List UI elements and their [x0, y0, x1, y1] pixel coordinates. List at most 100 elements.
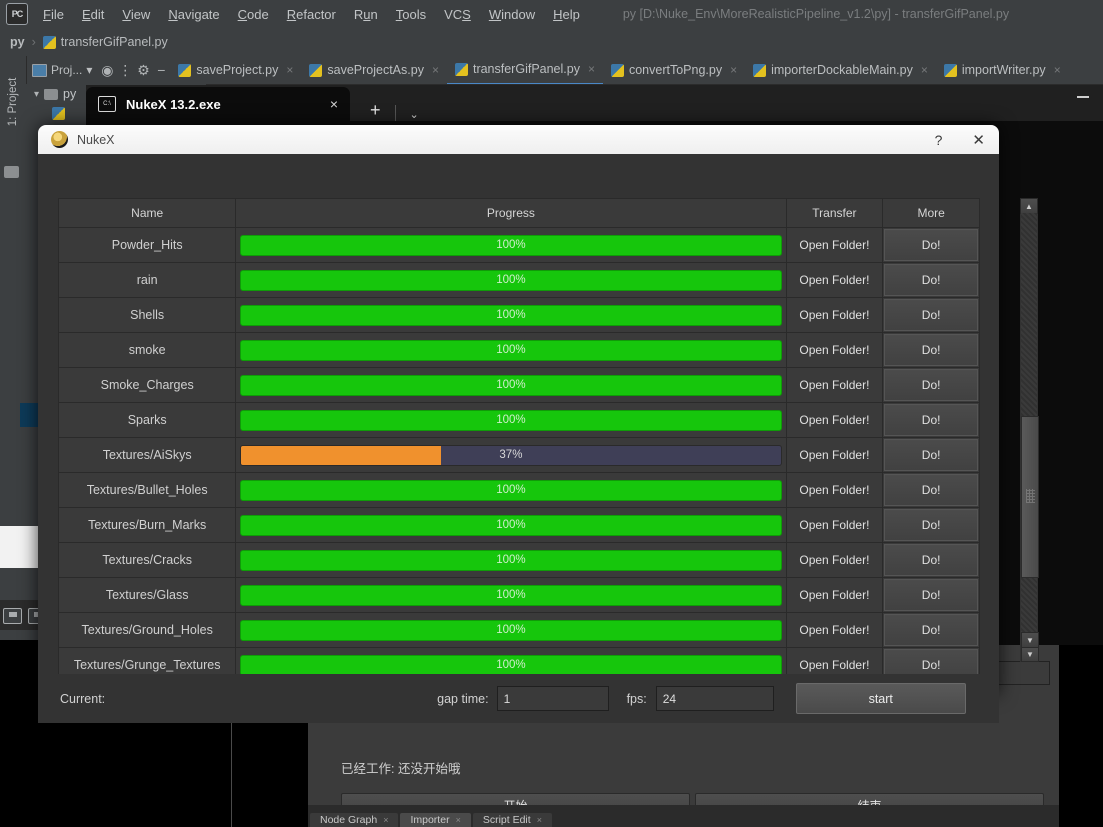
progress-bar: 100%: [240, 304, 782, 326]
minimize-icon[interactable]: [1077, 96, 1089, 98]
scroll-down-button-2[interactable]: ▼: [1021, 632, 1039, 648]
tab-importer[interactable]: Importer ×: [400, 813, 471, 827]
tab-label: Importer: [410, 814, 450, 826]
progress-bar: 100%: [240, 339, 782, 361]
open-folder-button[interactable]: Open Folder!: [787, 579, 883, 611]
terminal-tab[interactable]: C:\ NukeX 13.2.exe ×: [86, 87, 350, 121]
file-tab-5[interactable]: importWriter.py ×: [936, 56, 1069, 84]
table-header-row: Name Progress Transfer More: [57, 198, 980, 228]
open-folder-button[interactable]: Open Folder!: [787, 369, 883, 401]
help-icon[interactable]: ?: [935, 132, 943, 148]
do-button[interactable]: Do!: [884, 544, 978, 576]
open-folder-button[interactable]: Open Folder!: [787, 404, 883, 436]
menu-item-view[interactable]: View: [113, 5, 159, 24]
cell-more: Do!: [882, 297, 980, 333]
do-button[interactable]: Do!: [884, 229, 978, 261]
close-icon[interactable]: ×: [330, 96, 338, 112]
gap-time-input[interactable]: 1: [496, 686, 609, 711]
menu-item-run[interactable]: Run: [345, 5, 387, 24]
open-folder-button[interactable]: Open Folder!: [787, 264, 883, 296]
open-folder-button[interactable]: Open Folder!: [787, 614, 883, 646]
menu-item-edit[interactable]: Edit: [73, 5, 113, 24]
do-button[interactable]: Do!: [884, 369, 978, 401]
file-tab-4[interactable]: importerDockableMain.py ×: [745, 56, 936, 84]
do-button[interactable]: Do!: [884, 509, 978, 541]
file-tab-2[interactable]: transferGifPanel.py ×: [446, 55, 603, 85]
menu-item-tools[interactable]: Tools: [387, 5, 435, 24]
menu-item-file[interactable]: File: [34, 5, 73, 24]
close-icon[interactable]: ×: [588, 62, 595, 76]
fps-input[interactable]: 24: [655, 686, 774, 711]
close-icon[interactable]: ×: [921, 63, 928, 77]
open-folder-button[interactable]: Open Folder!: [787, 229, 883, 261]
settings-gear-icon[interactable]: ⚙: [134, 62, 152, 79]
open-folder-button[interactable]: Open Folder!: [787, 299, 883, 331]
window-layout-icon[interactable]: [3, 608, 22, 624]
column-header-name: Name: [57, 198, 237, 228]
file-tab-3[interactable]: convertToPng.py ×: [603, 56, 745, 84]
open-folder-button[interactable]: Open Folder!: [787, 509, 883, 541]
scroll-up-button[interactable]: ▲: [1020, 198, 1038, 214]
open-folder-button[interactable]: Open Folder!: [787, 474, 883, 506]
table-row: rain 100% Open Folder! Do!: [57, 262, 980, 298]
breadcrumb-root[interactable]: py › transferGifPanel.py: [10, 35, 168, 49]
close-icon[interactable]: ×: [286, 63, 293, 77]
collapse-all-icon[interactable]: ⋮: [116, 62, 134, 79]
open-folder-button[interactable]: Open Folder!: [787, 334, 883, 366]
tab-node-graph[interactable]: Node Graph ×: [310, 813, 399, 827]
target-icon[interactable]: ◉: [98, 62, 116, 79]
close-icon[interactable]: ×: [456, 815, 461, 825]
python-file-icon: [178, 63, 192, 77]
sidebar-item-project[interactable]: 1: Project: [7, 67, 19, 137]
do-button[interactable]: Do!: [884, 439, 978, 471]
close-icon[interactable]: ×: [1054, 63, 1061, 77]
close-icon[interactable]: ×: [383, 815, 388, 825]
cell-more: Do!: [882, 227, 980, 263]
open-folder-button[interactable]: Open Folder!: [787, 544, 883, 576]
progress-percent-label: 100%: [496, 238, 526, 251]
menu-item-navigate[interactable]: Navigate: [159, 5, 228, 24]
close-icon[interactable]: ✕: [972, 131, 985, 149]
do-button[interactable]: Do!: [884, 404, 978, 436]
dialog-footer: Current: gap time: 1 fps: 24 start: [38, 674, 999, 723]
chevron-down-icon[interactable]: ▾: [34, 89, 39, 100]
do-button[interactable]: Do!: [884, 614, 978, 646]
chevron-down-icon[interactable]: ⌄: [410, 108, 419, 121]
breadcrumb: py › transferGifPanel.py: [0, 28, 1103, 57]
cell-more: Do!: [882, 367, 980, 403]
start-work-button[interactable]: 开始: [341, 793, 690, 805]
nuke-panel-status-text: 已经工作: 还没开始哦: [341, 762, 461, 776]
scroll-down-button[interactable]: ▼: [1021, 646, 1039, 662]
folder-icon[interactable]: [4, 166, 19, 178]
dialog-titlebar: NukeX ? ✕: [38, 125, 999, 154]
file-tab-0[interactable]: saveProject.py ×: [170, 56, 301, 84]
menu-item-code[interactable]: Code: [229, 5, 278, 24]
menu-item-window[interactable]: Window: [480, 5, 544, 24]
progress-table-body: Powder_Hits 100% Open Folder! Do! rain 100% Op…: [57, 227, 980, 683]
do-button[interactable]: Do!: [884, 299, 978, 331]
hide-icon[interactable]: −: [152, 62, 170, 78]
menu-item-vcs[interactable]: VCS: [435, 5, 480, 24]
do-button[interactable]: Do!: [884, 264, 978, 296]
python-file-icon: [454, 62, 468, 76]
menu-item-refactor[interactable]: Refactor: [278, 5, 345, 24]
tab-script-editor[interactable]: Script Edit ×: [472, 813, 552, 827]
file-tab-1[interactable]: saveProjectAs.py ×: [301, 56, 447, 84]
do-button[interactable]: Do!: [884, 474, 978, 506]
open-folder-button[interactable]: Open Folder!: [787, 439, 883, 471]
close-icon[interactable]: ×: [432, 63, 439, 77]
vertical-scrollbar[interactable]: ▲ ▼ ▼: [1020, 198, 1039, 662]
scrollbar-thumb[interactable]: [1021, 416, 1039, 578]
do-button[interactable]: Do!: [884, 334, 978, 366]
close-icon[interactable]: ×: [730, 63, 737, 77]
end-work-button[interactable]: 结束: [695, 793, 1044, 805]
project-selector[interactable]: Proj... ▾: [26, 59, 98, 81]
cell-progress: 100%: [235, 332, 787, 368]
cell-more: Do!: [882, 577, 980, 613]
do-button[interactable]: Do!: [884, 579, 978, 611]
close-icon[interactable]: ×: [537, 815, 542, 825]
new-tab-icon[interactable]: +: [370, 100, 381, 121]
start-button[interactable]: start: [795, 683, 966, 714]
menu-item-help[interactable]: Help: [544, 5, 589, 24]
table-row: smoke 100% Open Folder! Do!: [57, 332, 980, 368]
